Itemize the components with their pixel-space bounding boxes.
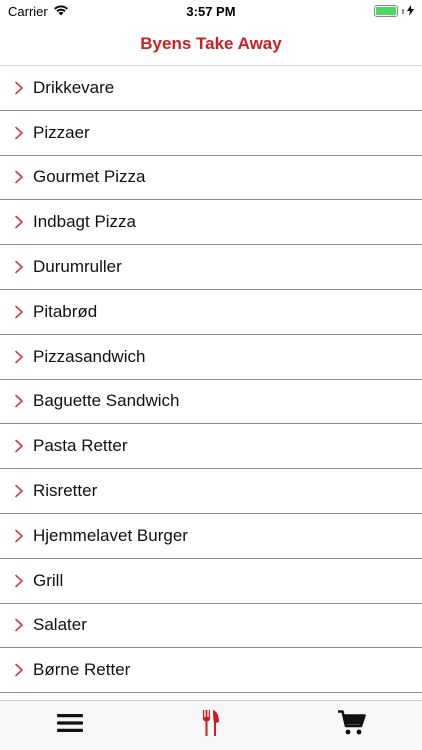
tab-menu[interactable] [40, 701, 100, 750]
battery-level [376, 7, 396, 15]
menu-category-label: Hjemmelavet Burger [33, 525, 188, 545]
status-left: Carrier [8, 4, 69, 19]
menu-category-item[interactable]: Gourmet Pizza [0, 155, 422, 201]
chevron-right-icon [12, 618, 26, 632]
app-screen: Carrier 3:57 PM Byens Take Away Drikkeva [0, 0, 422, 750]
menu-category-label: Gourmet Pizza [33, 167, 146, 187]
hamburger-menu-icon [57, 713, 84, 738]
chevron-right-icon [12, 484, 26, 498]
menu-category-label: Drikkevare [33, 77, 115, 97]
menu-category-list[interactable]: Drikkevare Pizzaer Gourmet Pizza Indbagt Pi… [0, 66, 422, 700]
menu-category-label: Børne Retter [33, 660, 131, 680]
menu-category-label: Pizzaer [33, 122, 90, 142]
menu-category-item[interactable]: Hjemmelavet Burger [0, 513, 422, 559]
chevron-right-icon [12, 574, 26, 588]
menu-category-label: Salater [33, 615, 87, 635]
menu-category-item[interactable]: Durumruller [0, 245, 422, 290]
menu-category-item[interactable]: Pasta Retter [0, 424, 422, 470]
status-bar: Carrier 3:57 PM [0, 0, 422, 22]
menu-category-label: Pizzasandwich [33, 346, 146, 366]
wifi-icon [53, 4, 69, 19]
menu-category-label: Pitabrød [33, 301, 98, 321]
menu-category-label: Baguette Sandwich [33, 391, 180, 411]
status-right [374, 4, 414, 19]
chevron-right-icon [12, 663, 26, 677]
shopping-cart-icon [337, 710, 366, 741]
chevron-right-icon [12, 126, 26, 140]
menu-category-label: Grill [33, 570, 64, 590]
carrier-label: Carrier [8, 3, 48, 19]
chevron-right-icon [12, 215, 26, 229]
fork-knife-icon [202, 710, 220, 741]
menu-category-item[interactable]: Børne Retter [0, 648, 422, 694]
menu-category-item[interactable]: Pizzasandwich [0, 334, 422, 380]
chevron-right-icon [12, 439, 26, 453]
battery-tip [402, 8, 404, 14]
chevron-right-icon [12, 81, 26, 95]
menu-category-item[interactable]: Pitabrød [0, 289, 422, 335]
menu-category-item[interactable]: Pizzaer [0, 110, 422, 156]
battery-icon [374, 5, 398, 17]
chevron-right-icon [12, 170, 26, 184]
menu-category-label: Pasta Retter [33, 436, 128, 456]
menu-category-item[interactable]: Baguette Sandwich [0, 379, 422, 425]
menu-category-item[interactable]: Salater [0, 603, 422, 649]
chevron-right-icon [12, 305, 26, 319]
charging-bolt-icon [407, 4, 414, 19]
tab-food[interactable] [181, 701, 241, 750]
chevron-right-icon [12, 260, 26, 274]
menu-category-label: Risretter [33, 481, 98, 501]
menu-category-item[interactable]: Grill [0, 558, 422, 604]
menu-category-label: Durumruller [33, 257, 122, 277]
chevron-right-icon [12, 350, 26, 364]
menu-category-item[interactable]: Drikkevare [0, 66, 422, 111]
chevron-right-icon [12, 529, 26, 543]
tab-cart[interactable] [322, 701, 382, 750]
menu-category-label: Indbagt Pizza [33, 212, 137, 232]
page-title: Byens Take Away [140, 33, 282, 53]
tab-bar [0, 700, 422, 750]
navigation-bar: Byens Take Away [0, 22, 422, 66]
menu-category-item[interactable]: Risretter [0, 469, 422, 514]
menu-category-item[interactable]: Indbagt Pizza [0, 200, 422, 246]
chevron-right-icon [12, 394, 26, 408]
